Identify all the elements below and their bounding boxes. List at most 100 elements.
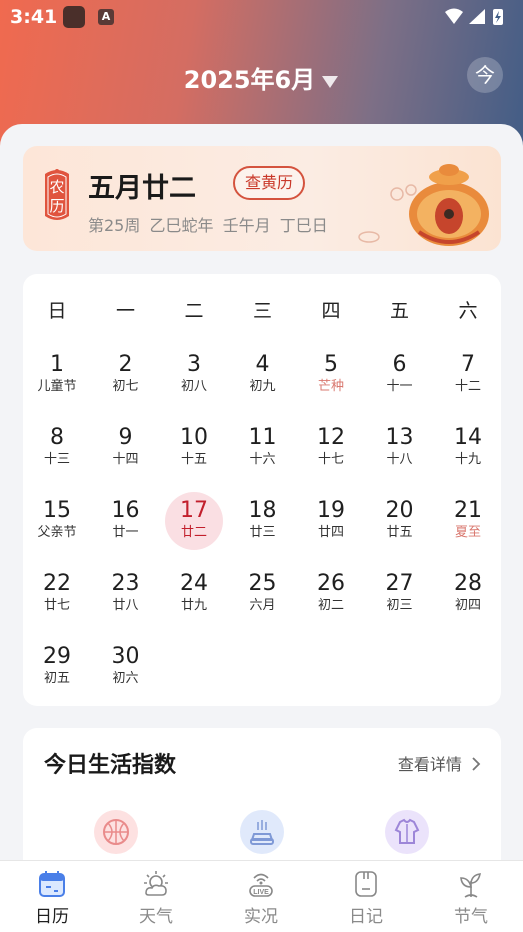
lunar-day-label: 廿二: [180, 525, 207, 540]
day-cell[interactable]: 10 十五: [160, 419, 228, 489]
month-calendar-grid: 日 一 二 三 四 五 六 1 儿童节 2 初七 3 初八 4 初九 5 芒种 6 十一 7 十二 8 十三 9 十四 10 十五…: [23, 274, 501, 706]
day-cell[interactable]: 21 夏至: [434, 492, 502, 562]
day-cell[interactable]: 30 初六: [92, 638, 160, 708]
day-cell[interactable]: 27 初三: [366, 565, 434, 635]
lunar-day-label: 十七: [317, 452, 344, 467]
huangli-button[interactable]: 查黄历: [233, 166, 306, 200]
wifi-signal-battery-icon: [445, 8, 503, 25]
day-cell[interactable]: 16 廿一: [92, 492, 160, 562]
tab-solar-term[interactable]: 节气: [419, 861, 523, 932]
notification-badge-icon: A: [98, 9, 114, 25]
day-cell[interactable]: 14 十九: [434, 419, 502, 489]
month-title[interactable]: 2025年6月: [0, 60, 523, 95]
lunar-day-label: 廿九: [180, 598, 207, 613]
day-cell[interactable]: 5 芒种: [297, 346, 365, 416]
day-cell[interactable]: 8 十三: [23, 419, 91, 489]
day-number: 28: [454, 571, 482, 596]
day-cell[interactable]: 18 廿三: [229, 492, 297, 562]
lunar-day-label: 廿八: [112, 598, 139, 613]
dropdown-caret-icon: [321, 67, 339, 95]
lunar-day-label: 芒种: [317, 379, 344, 394]
day-number: 30: [111, 644, 140, 669]
day-number: 17: [180, 498, 208, 523]
notification-app-icon: [63, 6, 85, 28]
tab-diary[interactable]: 日记: [314, 861, 418, 932]
car-wash-icon[interactable]: [240, 810, 284, 854]
day-cell[interactable]: 23 廿八: [92, 565, 160, 635]
day-cell[interactable]: 7 十二: [434, 346, 502, 416]
tab-weather[interactable]: 天气: [104, 861, 208, 932]
lunar-day-label: 廿五: [386, 525, 413, 540]
lunar-day-label: 十三: [43, 452, 70, 467]
tab-calendar[interactable]: 日历: [0, 861, 104, 932]
day-cell[interactable]: 19 廿四: [297, 492, 365, 562]
day-cell[interactable]: 29 初五: [23, 638, 91, 708]
diary-icon: [351, 869, 381, 899]
day-cell[interactable]: 12 十七: [297, 419, 365, 489]
day-number: 8: [50, 425, 64, 450]
day-number: 6: [392, 352, 407, 377]
lunar-day-label: 父亲节: [37, 525, 77, 540]
lunar-day-label: 儿童节: [37, 379, 77, 394]
lunar-tag-text: 农历: [49, 178, 65, 215]
lunar-day-label: 廿三: [249, 525, 276, 540]
lunar-day-label: 廿一: [112, 525, 139, 540]
day-cell[interactable]: 2 初七: [92, 346, 160, 416]
day-cell[interactable]: 20 廿五: [366, 492, 434, 562]
day-cell[interactable]: 9 十四: [92, 419, 160, 489]
day-cell[interactable]: 11 十六: [229, 419, 297, 489]
day-number: 7: [461, 352, 475, 377]
day-number: 19: [317, 498, 345, 523]
tab-diary-label: 日记: [349, 907, 383, 927]
weekday-label: 五: [389, 300, 409, 322]
today-button[interactable]: 今: [467, 57, 503, 93]
day-cell[interactable]: 25 六月: [229, 565, 297, 635]
lunar-day-label: 夏至: [454, 525, 481, 540]
day-cell[interactable]: 6 十一: [366, 346, 434, 416]
clothing-icon[interactable]: [385, 810, 429, 854]
tab-live[interactable]: LIVE 实况: [209, 861, 313, 932]
week-number: 第25周: [88, 216, 141, 235]
basketball-icon[interactable]: [94, 810, 138, 854]
tab-calendar-label: 日历: [35, 907, 69, 927]
solar-term-icon: [456, 869, 486, 899]
lunar-day-label: 十八: [386, 452, 413, 467]
day-number: 16: [111, 498, 140, 523]
day-cell[interactable]: 15 父亲节: [23, 492, 91, 562]
lunar-day-label: 初五: [43, 671, 70, 686]
tab-solar-term-label: 节气: [454, 907, 488, 927]
day-number: 15: [43, 498, 71, 523]
day-cell[interactable]: 13 十八: [366, 419, 434, 489]
lunar-day-label: 初七: [112, 379, 139, 394]
day-number: 4: [255, 352, 270, 377]
status-time: 3:41: [10, 6, 58, 28]
view-details-link[interactable]: 查看详情: [398, 751, 481, 775]
day-cell-selected[interactable]: 17 廿二: [160, 492, 228, 562]
view-details-label: 查看详情: [397, 755, 462, 774]
tab-live-label: 实况: [244, 907, 278, 927]
day-cell[interactable]: 4 初九: [229, 346, 297, 416]
chevron-right-icon: [467, 755, 481, 774]
year-ganzhi: 乙巳蛇年: [149, 216, 214, 235]
lunar-day-label: 十九: [454, 452, 481, 467]
day-number: 12: [317, 425, 345, 450]
lunar-day-label: 初九: [249, 379, 276, 394]
lunar-day-label: 初二: [317, 598, 344, 613]
lunar-day-label: 初三: [386, 598, 413, 613]
month-ganzhi: 壬午月: [222, 216, 271, 235]
lunar-day-label: 廿四: [317, 525, 344, 540]
svg-text:LIVE: LIVE: [253, 889, 269, 896]
lunar-info-card[interactable]: 农历 五月廿二 查黄历 第25周 乙巳蛇年 壬午月 丁巳日: [23, 146, 501, 251]
day-number: 26: [317, 571, 345, 596]
day-cell[interactable]: 3 初八: [160, 346, 228, 416]
day-number: 23: [111, 571, 140, 596]
day-cell[interactable]: 24 廿九: [160, 565, 228, 635]
day-number: 20: [385, 498, 414, 523]
day-cell[interactable]: 28 初四: [434, 565, 502, 635]
day-cell[interactable]: 22 廿七: [23, 565, 91, 635]
day-cell[interactable]: 1 儿童节: [23, 346, 91, 416]
tab-weather-label: 天气: [139, 907, 173, 927]
day-number: 22: [43, 571, 71, 596]
day-cell[interactable]: 26 初二: [297, 565, 365, 635]
day-number: 3: [187, 352, 201, 377]
